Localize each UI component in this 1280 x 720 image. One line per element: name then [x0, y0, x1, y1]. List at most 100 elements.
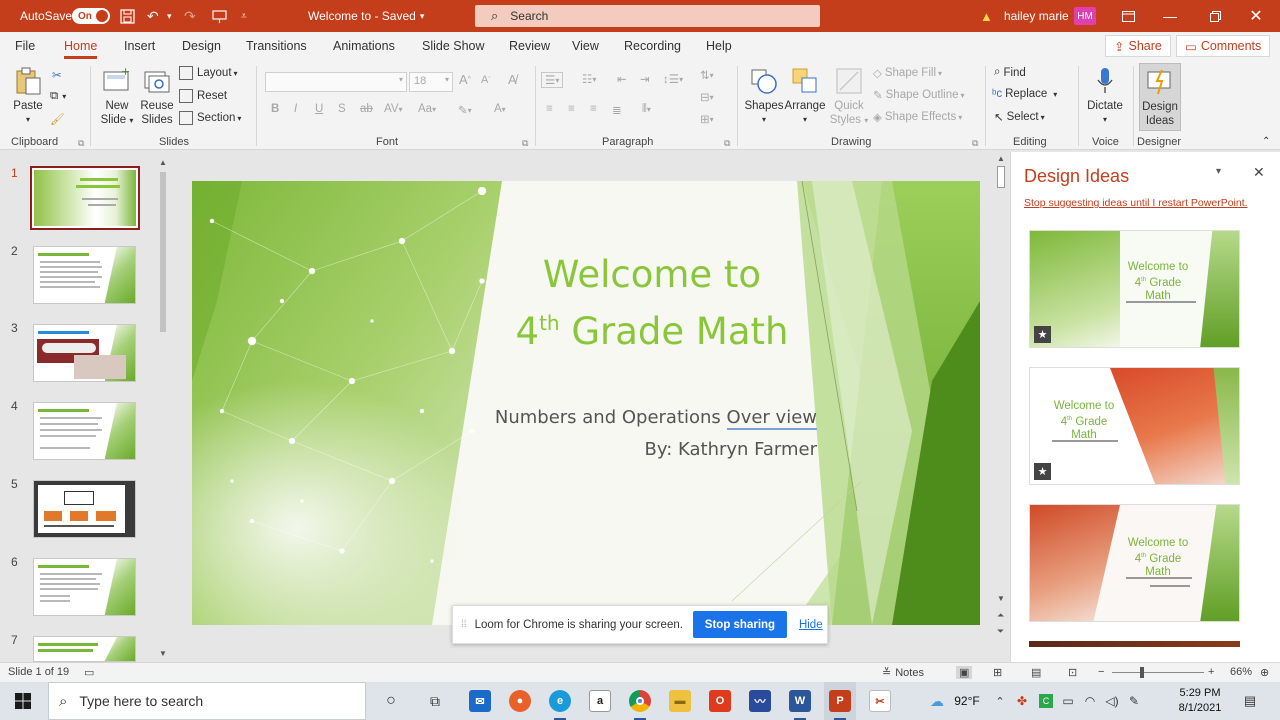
mail-app-icon[interactable]: ✉ [464, 682, 496, 720]
zoom-slider[interactable] [1112, 667, 1204, 678]
pane-options-icon[interactable]: ▾ [1216, 166, 1221, 177]
notes-button[interactable]: ≚ Notes [882, 666, 924, 680]
change-case-icon[interactable]: Aa ▾ [418, 103, 436, 115]
drag-handle-icon[interactable]: ⁞⁞ [461, 619, 467, 630]
reset-button[interactable]: Reset [179, 89, 227, 103]
font-name-combo[interactable]: ▾ [265, 72, 407, 92]
whiteboard-icon[interactable]: 〰 [744, 682, 776, 720]
find-button[interactable]: ⌕ Find [994, 66, 1026, 79]
document-title[interactable]: Welcome to - Saved ▾ [308, 0, 424, 32]
scrollbar-thumb[interactable] [997, 166, 1005, 188]
align-text-icon[interactable]: ⊟ ▾ [700, 90, 714, 104]
snipping-tool-icon[interactable]: ✂ [864, 682, 896, 720]
slide-thumbnail-1[interactable] [30, 166, 140, 230]
tab-design[interactable]: Design [182, 39, 221, 53]
bold-icon[interactable]: B [271, 103, 279, 115]
decrease-indent-icon[interactable]: ⇤ [617, 72, 627, 86]
ribbon-display-options-icon[interactable] [1118, 0, 1138, 32]
paste-button[interactable]: Paste ▾ [10, 66, 46, 127]
tab-home[interactable]: Home [64, 39, 98, 59]
arrange-button[interactable]: Arrange ▾ [785, 66, 825, 127]
slide-subtitle[interactable]: Numbers and Operations Over view [495, 407, 817, 430]
slide-canvas[interactable]: Welcome to 4th Grade Math Numbers and Op… [192, 181, 980, 625]
underline-icon[interactable]: U [315, 103, 323, 115]
character-spacing-icon[interactable]: AV ▾ [384, 103, 403, 115]
undo-dropdown-icon[interactable]: ▾ [167, 0, 172, 32]
task-view-icon[interactable]: ⧉ [420, 682, 450, 720]
close-icon[interactable]: ✕ [1246, 0, 1266, 32]
redo-icon[interactable]: ↷ [184, 0, 196, 32]
columns-icon[interactable]: ⫴ ▾ [642, 103, 651, 116]
strikethrough-icon[interactable]: ab [360, 103, 373, 115]
tab-file[interactable]: File [15, 39, 35, 53]
dictate-button[interactable]: Dictate ▾ [1085, 66, 1125, 127]
media-app-icon[interactable]: ● [504, 682, 536, 720]
select-button[interactable]: ↖ Select ▾ [994, 110, 1045, 124]
section-button[interactable]: Section ▾ [179, 111, 241, 125]
powerpoint-icon[interactable]: P [824, 682, 856, 720]
tab-view[interactable]: View [572, 39, 599, 53]
clipboard-launcher-icon[interactable]: ⧉ [78, 138, 84, 149]
line-spacing-icon[interactable]: ↕☰ ▾ [663, 72, 683, 86]
format-painter-icon[interactable]: 🖌 [50, 112, 65, 126]
drawing-launcher-icon[interactable]: ⧉ [972, 138, 978, 149]
battery-icon[interactable]: ▭ [1058, 682, 1078, 720]
align-right-icon[interactable]: ≡ [590, 103, 597, 115]
volume-icon[interactable]: ◁) [1102, 682, 1122, 720]
slide-sorter-icon[interactable]: ⊞ [993, 666, 1002, 679]
word-icon[interactable]: W [784, 682, 816, 720]
copy-icon[interactable]: ⧉ ▾ [50, 90, 66, 103]
slide-title[interactable]: Welcome to 4th Grade Math [492, 251, 812, 356]
new-slide-button[interactable]: + New Slide ▾ [97, 65, 137, 128]
numbering-icon[interactable]: ☷ ▾ [582, 72, 596, 86]
design-idea-2[interactable]: Welcome to 4th Grade Math ★ [1029, 367, 1240, 485]
editor-scrollbar[interactable]: ▲ ▼ ⏶ ⏷ [994, 152, 1008, 642]
customize-qat-icon[interactable]: ⩡ [241, 0, 247, 32]
shape-outline-button[interactable]: ✎ Shape Outline ▾ [873, 88, 965, 102]
autosave-toggle[interactable]: On [72, 8, 110, 24]
close-pane-icon[interactable]: ✕ [1253, 164, 1265, 181]
user-name[interactable]: hailey marie [1004, 0, 1069, 32]
slide-show-icon[interactable]: ⊡ [1068, 666, 1077, 679]
increase-indent-icon[interactable]: ⇥ [640, 72, 650, 86]
shadow-icon[interactable]: S [338, 103, 346, 115]
increase-font-size-icon[interactable]: A ^ [459, 72, 471, 87]
tab-transitions[interactable]: Transitions [246, 39, 307, 53]
shape-fill-button[interactable]: ◇ Shape Fill ▾ [873, 66, 942, 80]
design-ideas-button[interactable]: Design Ideas [1139, 63, 1181, 131]
font-launcher-icon[interactable]: ⧉ [522, 138, 528, 149]
zoom-level[interactable]: 66% [1230, 666, 1252, 678]
design-idea-3[interactable]: Welcome to 4th Grade Math [1029, 504, 1240, 622]
weather-icon[interactable]: ☁ [922, 682, 952, 720]
pen-icon[interactable]: ✎ [1124, 682, 1144, 720]
paragraph-launcher-icon[interactable]: ⧉ [724, 138, 730, 149]
save-icon[interactable] [120, 0, 135, 32]
file-explorer-icon[interactable]: ▬ [664, 682, 696, 720]
temperature[interactable]: 92°F [950, 682, 984, 720]
wifi-icon[interactable]: ◠ [1080, 682, 1100, 720]
tray-green-icon[interactable]: C [1036, 682, 1056, 720]
scrollbar-thumb[interactable] [160, 172, 166, 332]
slide-thumbnail-6[interactable] [33, 558, 136, 616]
stop-sharing-button[interactable]: Stop sharing [692, 611, 787, 638]
reading-view-icon[interactable]: ▤ [1031, 666, 1041, 679]
align-center-icon[interactable]: ≡ [568, 103, 575, 115]
chrome-icon[interactable] [624, 682, 656, 720]
slide-thumbnail-7[interactable] [33, 636, 136, 662]
warning-icon[interactable]: ▲ [980, 0, 993, 32]
decrease-font-size-icon[interactable]: Aˇ [481, 74, 491, 86]
slide-thumbnail-5[interactable] [33, 480, 136, 538]
slide-thumbnail-4[interactable] [33, 402, 136, 460]
smartart-icon[interactable]: ⊞ ▾ [700, 112, 714, 126]
taskbar-search-box[interactable]: ⌕ Type here to search [48, 682, 366, 720]
thumbnails-scrollbar[interactable]: ▲ ▼ [157, 158, 169, 658]
design-idea-1[interactable]: Welcome to 4th Grade Math ★ [1029, 230, 1240, 348]
present-from-start-icon[interactable] [212, 0, 227, 32]
design-idea-4-partial[interactable] [1029, 641, 1240, 647]
collapse-ribbon-icon[interactable]: ⌃ [1262, 136, 1270, 147]
cut-icon[interactable]: ✂ [52, 68, 62, 82]
italic-icon[interactable]: I [294, 103, 297, 115]
layout-button[interactable]: Layout ▾ [179, 66, 238, 80]
slide-thumbnail-3[interactable] [33, 324, 136, 382]
shapes-button[interactable]: Shapes ▾ [744, 66, 784, 127]
